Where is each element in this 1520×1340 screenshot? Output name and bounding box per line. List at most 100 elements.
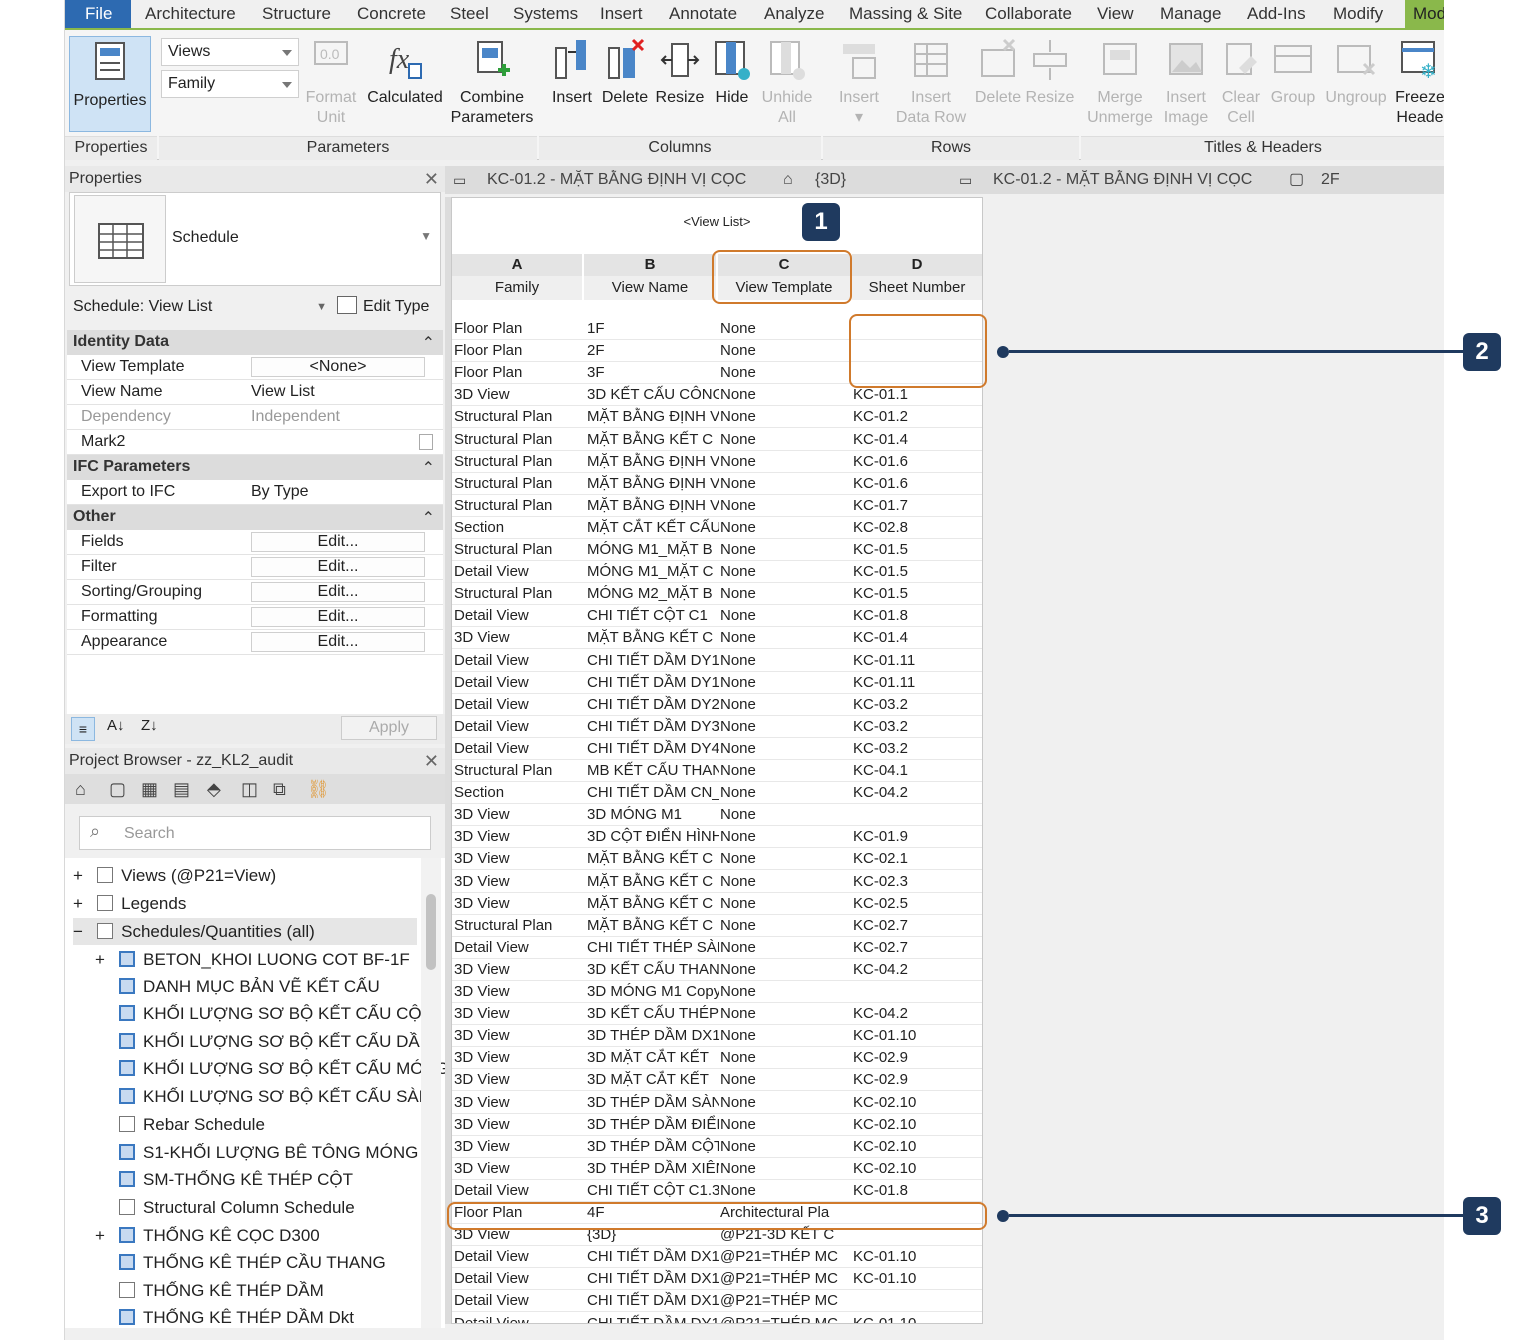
tree-node-schedules[interactable]: − Schedules/Quantities (all) bbox=[73, 918, 417, 945]
cell-view-name[interactable]: CHI TIẾT DẦM DY3. bbox=[587, 716, 719, 738]
cell-family[interactable]: 3D View bbox=[454, 893, 582, 915]
tree-item-schedule[interactable]: SM-THỐNG KÊ THÉP CỘT bbox=[119, 1166, 353, 1193]
table-row[interactable]: Detail View CHI TIẾT DẦM DY2. None KC-03.2 bbox=[452, 694, 982, 716]
cell-view-template[interactable]: None bbox=[720, 1025, 850, 1047]
format-unit-button[interactable]: 0.0 Format Unit bbox=[301, 38, 361, 128]
instance-selector[interactable]: Schedule: View List ▼ bbox=[69, 294, 331, 320]
delete-row-button[interactable]: Delete bbox=[971, 38, 1025, 108]
table-row[interactable]: 3D View MẶT BẰNG KẾT C None KC-01.4 bbox=[452, 627, 982, 650]
export-ifc-field[interactable]: By Type bbox=[251, 480, 309, 504]
cell-view-name[interactable]: 3D THÉP DẦM SÀN bbox=[587, 1092, 719, 1114]
cell-sheet-number[interactable]: KC-02.9 bbox=[853, 1047, 981, 1069]
mark2-checkbox[interactable] bbox=[419, 434, 433, 450]
cell-family[interactable]: 3D View bbox=[454, 826, 582, 848]
cell-view-template[interactable]: None bbox=[720, 384, 850, 406]
cell-family[interactable]: Structural Plan bbox=[454, 451, 582, 473]
resize-column-button[interactable]: Resize bbox=[653, 38, 707, 108]
cell-view-template[interactable]: None bbox=[720, 539, 850, 561]
views-dropdown[interactable]: Views bbox=[161, 38, 299, 66]
cell-view-name[interactable]: CHI TIẾT DẦM DX1. bbox=[587, 1290, 719, 1312]
cell-view-template[interactable]: None bbox=[720, 893, 850, 915]
cell-sheet-number[interactable]: KC-01.10 bbox=[853, 1246, 981, 1268]
cell-family[interactable]: 3D View bbox=[454, 1069, 582, 1091]
clear-cell-button[interactable]: Clear Cell bbox=[1217, 38, 1265, 128]
cell-view-template[interactable]: @P21=THÉP MC bbox=[720, 1290, 850, 1312]
resize-row-button[interactable]: Resize bbox=[1025, 38, 1075, 108]
cell-sheet-number[interactable]: KC-01.5 bbox=[853, 539, 981, 561]
tree-item-schedule[interactable]: THỐNG KÊ THÉP DẦM bbox=[119, 1277, 324, 1304]
scrollbar-thumb[interactable] bbox=[426, 894, 436, 970]
cell-family[interactable]: Detail View bbox=[454, 738, 582, 760]
cell-family[interactable]: 3D View bbox=[454, 871, 582, 893]
cell-view-template[interactable]: @P21=THÉP MC bbox=[720, 1313, 850, 1324]
table-row[interactable]: 3D View 3D MẶT CẮT KẾT None KC-02.9 bbox=[452, 1069, 982, 1092]
table-row[interactable]: 3D View MẶT BẰNG KẾT C None KC-02.1 bbox=[452, 848, 982, 871]
cell-family[interactable]: Detail View bbox=[454, 605, 582, 627]
cell-view-name[interactable]: MÓNG M1_MẶT B bbox=[587, 539, 719, 561]
combine-parameters-button[interactable]: Combine Parameters bbox=[449, 38, 535, 128]
cell-view-name[interactable]: MẶT BẰNG ĐỊNH V bbox=[587, 495, 719, 517]
cell-sheet-number[interactable]: KC-02.7 bbox=[853, 937, 981, 959]
cell-view-template[interactable]: None bbox=[720, 1003, 850, 1025]
table-row[interactable]: 3D View MẶT BẰNG KẾT C None KC-02.5 bbox=[452, 893, 982, 915]
cell-view-name[interactable]: MẶT BẰNG ĐỊNH V bbox=[587, 406, 719, 428]
cell-sheet-number[interactable]: KC-01.6 bbox=[853, 451, 981, 473]
cell-view-template[interactable]: None bbox=[720, 429, 850, 451]
cell-view-template[interactable]: None bbox=[720, 318, 850, 340]
tab-analyze[interactable]: Analyze bbox=[764, 0, 824, 28]
cell-family[interactable]: Detail View bbox=[454, 937, 582, 959]
tab-massing-site[interactable]: Massing & Site bbox=[849, 0, 962, 28]
cell-view-name[interactable]: 3F bbox=[587, 362, 719, 384]
cell-sheet-number[interactable]: KC-01.9 bbox=[853, 826, 981, 848]
categorize-icon[interactable]: ≡ bbox=[71, 717, 95, 741]
view-tab[interactable]: 2F bbox=[1321, 166, 1340, 194]
cell-family[interactable]: Structural Plan bbox=[454, 539, 582, 561]
table-row[interactable]: 3D View 3D THÉP DẦM ĐIỂN None KC-02.10 bbox=[452, 1114, 982, 1136]
table-row[interactable]: Section CHI TIẾT DẦM CN_ None KC-04.2 bbox=[452, 782, 982, 805]
cell-view-name[interactable]: MẶT BẰNG KẾT C bbox=[587, 871, 719, 893]
cell-family[interactable]: Section bbox=[454, 782, 582, 804]
cell-view-template[interactable]: None bbox=[720, 804, 850, 826]
cell-family[interactable]: Structural Plan bbox=[454, 915, 582, 937]
table-row[interactable]: 3D View 3D KẾT CẤU THAN None KC-04.2 bbox=[452, 959, 982, 981]
cell-sheet-number[interactable]: KC-01.8 bbox=[853, 1180, 981, 1202]
tree-item-schedule[interactable]: KHỐI LƯỢNG SƠ BỘ KẾT CẤU DẦM, bbox=[119, 1028, 439, 1055]
tree-item-schedule[interactable]: + THỐNG KÊ CỌC D300 bbox=[95, 1222, 320, 1249]
cell-view-template[interactable]: None bbox=[720, 760, 850, 782]
cell-sheet-number[interactable]: KC-01.8 bbox=[853, 605, 981, 627]
splitter[interactable] bbox=[445, 197, 451, 1324]
table-row[interactable]: Structural Plan MẶT BẰNG ĐỊNH V None KC-01.… bbox=[452, 451, 982, 473]
tab-modify-schedule[interactable]: Mod bbox=[1405, 0, 1444, 28]
tree-item-schedule[interactable]: DANH MỤC BẢN VẼ KẾT CẤU bbox=[119, 973, 380, 1000]
cell-view-template[interactable]: None bbox=[720, 848, 850, 870]
cell-family[interactable]: Floor Plan bbox=[454, 340, 582, 362]
cell-family[interactable]: 3D View bbox=[454, 848, 582, 870]
properties-button[interactable]: Properties bbox=[69, 36, 151, 132]
cell-view-name[interactable]: 3D CỘT ĐIỂN HÌNH bbox=[587, 826, 719, 848]
cell-sheet-number[interactable]: KC-02.10 bbox=[853, 1158, 981, 1180]
tab-structure[interactable]: Structure bbox=[262, 0, 331, 28]
filter-edit-button[interactable]: Edit... bbox=[251, 557, 425, 577]
cell-view-template[interactable]: None bbox=[720, 782, 850, 804]
cell-view-name[interactable]: CHI TIẾT CỘT C1 bbox=[587, 605, 719, 627]
cell-view-name[interactable]: 1F bbox=[587, 318, 719, 340]
cell-view-template[interactable]: None bbox=[720, 1158, 850, 1180]
cell-family[interactable]: Detail View bbox=[454, 672, 582, 694]
insert-row-button[interactable]: Insert ▾ bbox=[829, 38, 889, 128]
table-row[interactable]: Detail View CHI TIẾT THÉP SÀN None KC-02.7 bbox=[452, 937, 982, 959]
cell-sheet-number[interactable]: KC-02.1 bbox=[853, 848, 981, 870]
cell-family[interactable]: 3D View bbox=[454, 1047, 582, 1069]
cell-family[interactable]: 3D View bbox=[454, 1114, 582, 1136]
column-header-view-name[interactable]: View Name bbox=[584, 276, 716, 300]
table-row[interactable]: Structural Plan MẶT BẰNG ĐỊNH V None KC-01.… bbox=[452, 406, 982, 429]
cell-view-name[interactable]: MÓNG M2_MẶT B bbox=[587, 583, 719, 605]
table-row[interactable]: Detail View CHI TIẾT DẦM DX1. @P21=THÉP MC… bbox=[452, 1246, 982, 1269]
cell-view-name[interactable]: CHI TIẾT DẦM CN_ bbox=[587, 782, 719, 804]
cell-sheet-number[interactable]: KC-01.11 bbox=[853, 650, 981, 672]
cell-view-name[interactable]: 3D MÓNG M1 bbox=[587, 804, 719, 826]
insert-data-row-button[interactable]: Insert Data Row bbox=[891, 38, 971, 128]
table-row[interactable]: Detail View CHI TIẾT CỘT C1 None KC-01.8 bbox=[452, 605, 982, 628]
cell-family[interactable]: 3D View bbox=[454, 1092, 582, 1114]
cell-view-template[interactable]: None bbox=[720, 340, 850, 362]
table-row[interactable]: Detail View CHI TIẾT DẦM DX1. @P21=THÉP MC bbox=[452, 1290, 982, 1313]
